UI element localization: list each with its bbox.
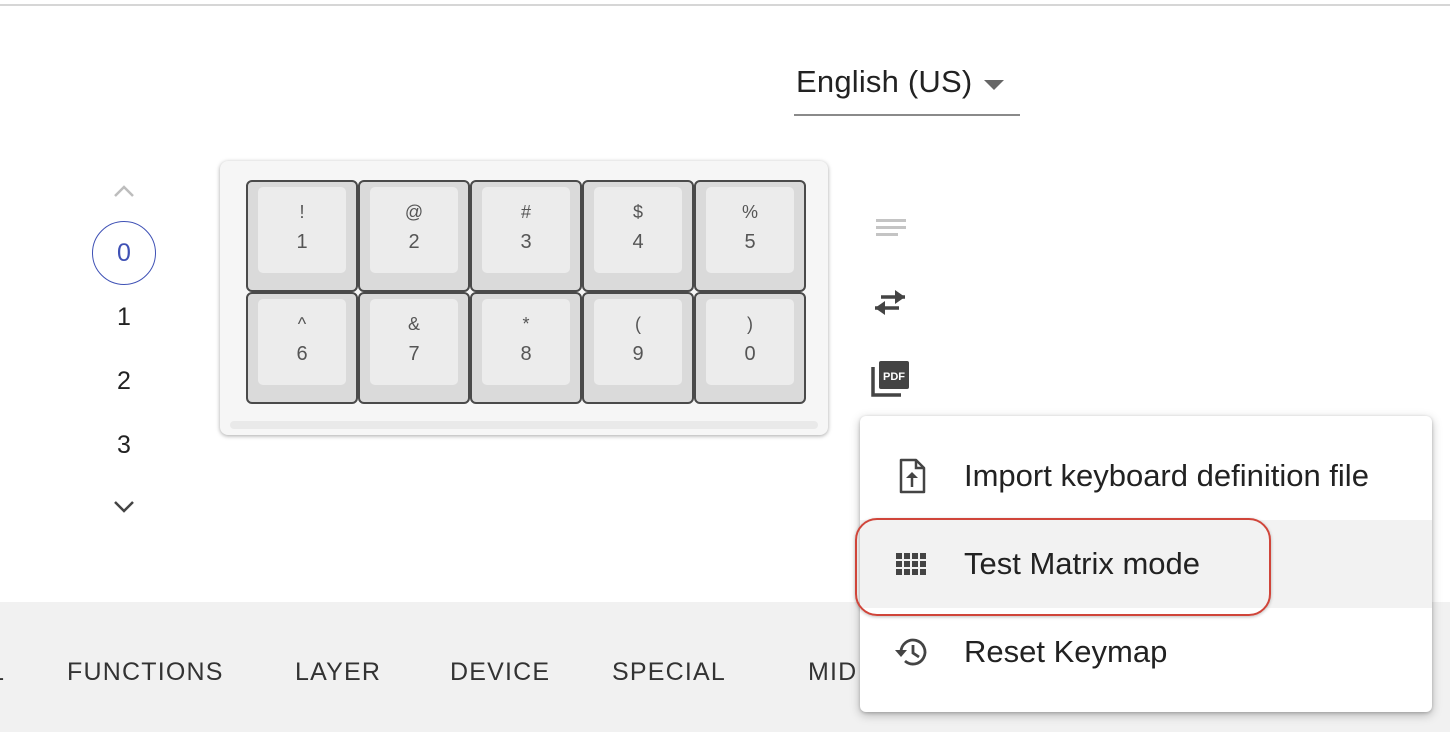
key-main-label: 3: [520, 231, 532, 253]
keycap: ! 1: [258, 187, 346, 273]
svg-text:PDF: PDF: [883, 371, 905, 383]
key-main-label: 5: [744, 231, 756, 253]
layer-selector: 0 1 2 3: [84, 170, 164, 530]
key-main-label: 0: [744, 343, 756, 365]
chevron-up-icon[interactable]: [110, 182, 138, 200]
key[interactable]: @ 2: [358, 180, 470, 292]
menu-item-label: Test Matrix mode: [964, 546, 1201, 581]
key-main-label: 6: [296, 343, 308, 365]
key-main-label: 4: [632, 231, 644, 253]
keycap: @ 2: [370, 187, 458, 273]
keycap: # 3: [482, 187, 570, 273]
history-icon: [894, 634, 930, 670]
menu-item-label: Import keyboard definition file: [964, 458, 1369, 493]
key-shift-label: *: [522, 314, 530, 334]
upload-file-icon: [894, 458, 930, 494]
options-menu: Import keyboard definition file Test Mat…: [860, 416, 1432, 712]
key-shift-label: (: [635, 314, 641, 334]
pdf-icon[interactable]: PDF: [868, 356, 912, 400]
key-shift-label: &: [407, 314, 420, 334]
menu-item-label: Reset Keymap: [964, 634, 1168, 669]
chevron-down-icon[interactable]: [110, 498, 138, 516]
key-shift-label: !: [299, 202, 305, 222]
language-select[interactable]: English (US): [794, 60, 1020, 116]
key[interactable]: ! 1: [246, 180, 358, 292]
keycap: ) 0: [706, 299, 794, 385]
keycap: $ 4: [594, 187, 682, 273]
layer-3-button[interactable]: 3: [92, 413, 156, 477]
menu-item-import-definition[interactable]: Import keyboard definition file: [860, 432, 1432, 520]
key-shift-label: ): [747, 314, 753, 334]
swap-horiz-icon[interactable]: [868, 280, 912, 324]
grid-icon: [894, 546, 930, 582]
key-shift-label: $: [632, 202, 643, 222]
key-shift-label: ^: [297, 314, 307, 334]
tab-special[interactable]: SPECIAL: [612, 658, 726, 687]
dropdown-arrow-icon: [984, 80, 1004, 90]
keycap: ^ 6: [258, 299, 346, 385]
keycap: ( 9: [594, 299, 682, 385]
menu-item-reset-keymap[interactable]: Reset Keymap: [860, 608, 1432, 696]
notes-icon[interactable]: [868, 206, 912, 250]
top-divider: [0, 4, 1450, 6]
keyboard-edge: [230, 421, 818, 429]
key-main-label: 1: [296, 231, 308, 253]
keyboard-layout: ! 1 @ 2 # 3 $ 4 % 5 ^ 6 & 7 * 8 (9) 0: [220, 161, 828, 435]
key-shift-label: %: [741, 202, 758, 222]
tab-functions[interactable]: FUNCTIONS: [67, 658, 224, 687]
key-main-label: 9: [632, 343, 644, 365]
key[interactable]: & 7: [358, 292, 470, 404]
key[interactable]: ) 0: [694, 292, 806, 404]
key-main-label: 7: [408, 343, 420, 365]
keycap: * 8: [482, 299, 570, 385]
keycap: % 5: [706, 187, 794, 273]
key[interactable]: ^ 6: [246, 292, 358, 404]
key[interactable]: $ 4: [582, 180, 694, 292]
key-shift-label: #: [520, 202, 531, 222]
key-main-label: 2: [408, 231, 420, 253]
layer-1-button[interactable]: 1: [92, 285, 156, 349]
tab-device[interactable]: DEVICE: [450, 658, 550, 687]
key[interactable]: ( 9: [582, 292, 694, 404]
layer-0-button[interactable]: 0: [92, 221, 156, 285]
menu-item-test-matrix[interactable]: Test Matrix mode: [860, 520, 1432, 608]
tab-partial[interactable]: L: [0, 658, 5, 687]
language-select-value: English (US): [796, 64, 973, 99]
tab-midi[interactable]: MID: [808, 658, 857, 687]
key[interactable]: * 8: [470, 292, 582, 404]
key[interactable]: % 5: [694, 180, 806, 292]
keycap: & 7: [370, 299, 458, 385]
tab-layer[interactable]: LAYER: [295, 658, 381, 687]
key-main-label: 8: [520, 343, 532, 365]
key-shift-label: @: [404, 202, 424, 222]
layer-2-button[interactable]: 2: [92, 349, 156, 413]
key[interactable]: # 3: [470, 180, 582, 292]
